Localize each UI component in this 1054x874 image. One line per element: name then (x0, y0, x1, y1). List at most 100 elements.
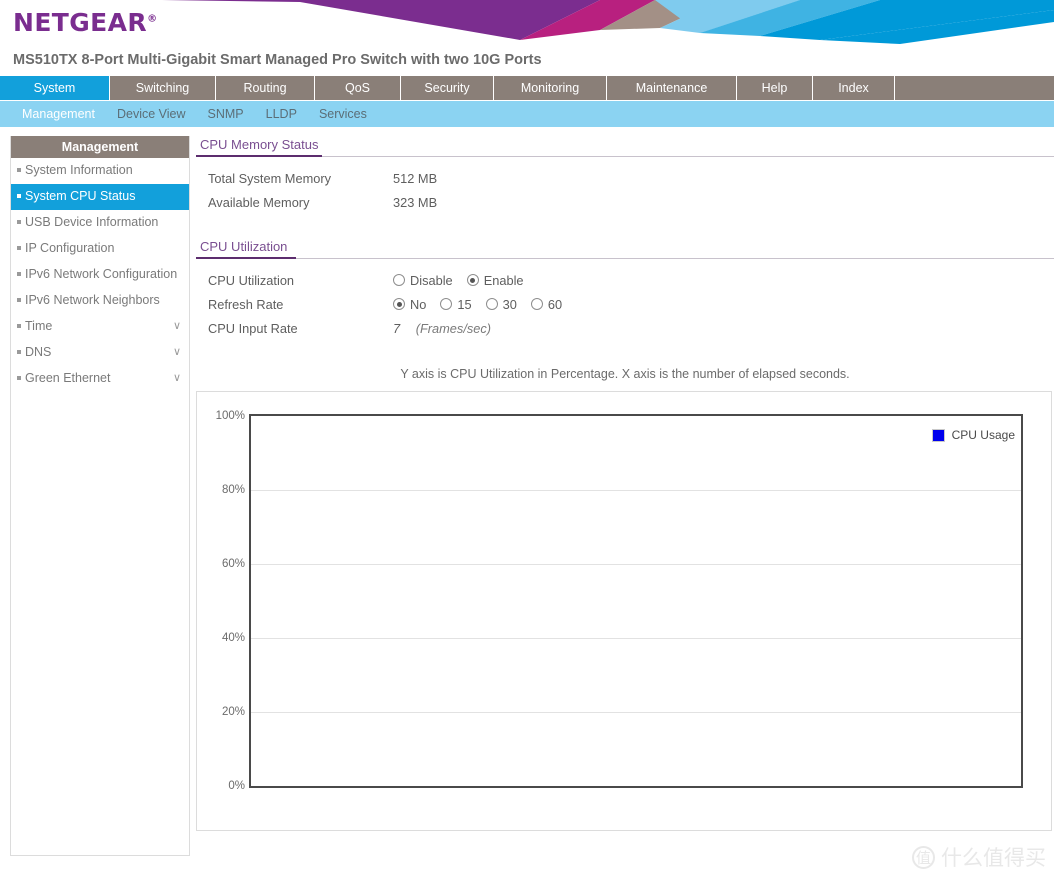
chart-ytick-label: 60% (221, 558, 245, 570)
radio-button[interactable] (466, 274, 479, 286)
primary-navigation: System Switching Routing QoS Security Monitor… (0, 76, 1054, 101)
refresh-rate-option-60[interactable]: 60 (530, 296, 563, 312)
chart-ytick-label: 80% (221, 484, 245, 496)
cpu-utilization-rows: CPU Utilization Disable Enable Refresh Ra… (196, 259, 1054, 340)
refresh-rate-option-no[interactable]: No (393, 297, 426, 312)
sidebar-item-label: System CPU Status (25, 189, 136, 203)
bullet-icon (17, 350, 21, 354)
sidebar-item-system-cpu-status[interactable]: System CPU Status (11, 184, 189, 210)
refresh-rate-radio-group: No 15 30 60 (393, 297, 576, 312)
sidebar-item-ipv6-network-configuration[interactable]: IPv6 Network Configuration (11, 262, 189, 288)
subnav-item-lldp[interactable]: LLDP (266, 107, 297, 121)
table-row: Available Memory 323 MB (208, 190, 1054, 214)
sidebar: Management System Information System CPU … (0, 127, 190, 874)
sidebar-item-label: USB Device Information (25, 215, 159, 229)
refresh-rate-option-15[interactable]: 15 (440, 296, 472, 312)
total-system-memory-value: 512 MB (393, 170, 438, 186)
radio-button[interactable] (393, 298, 405, 310)
bullet-icon (17, 220, 21, 224)
nav-tab-index[interactable]: Index (813, 76, 895, 100)
sidebar-item-usb-device-information[interactable]: USB Device Information (11, 210, 189, 236)
secondary-navigation: Management Device View SNMP LLDP Services (0, 101, 1054, 127)
available-memory-label: Available Memory (208, 194, 310, 210)
cpu-input-rate-label: CPU Input Rate (208, 320, 298, 336)
banner-geometric-art (162, 0, 1054, 44)
chevron-down-icon[interactable]: ∨ (173, 372, 183, 385)
radio-label: No (410, 296, 427, 312)
bullet-icon (17, 194, 21, 198)
subnav-item-device-view[interactable]: Device View (117, 107, 186, 121)
content-area: CPU Memory Status Total System Memory 51… (190, 127, 1054, 874)
header-banner: NETGEAR® (0, 0, 1054, 44)
sidebar-item-label: IPv6 Network Neighbors (25, 293, 160, 307)
sidebar-item-green-ethernet[interactable]: Green Ethernet ∨ (11, 366, 189, 392)
bullet-icon (17, 376, 21, 380)
cpu-input-rate-value-wrap: 7 (Frames/sec) (393, 321, 491, 336)
registered-mark: ® (147, 13, 158, 25)
sidebar-item-ip-configuration[interactable]: IP Configuration (11, 236, 189, 262)
cpu-memory-status-title: CPU Memory Status (200, 137, 319, 152)
nav-tab-qos[interactable]: QoS (315, 76, 401, 100)
nav-tab-maintenance[interactable]: Maintenance (607, 76, 737, 100)
sidebar-item-label: DNS (25, 345, 52, 359)
subnav-item-services[interactable]: Services (319, 107, 367, 121)
watermark: 值 什么值得买 (912, 842, 1046, 872)
sidebar-item-system-information[interactable]: System Information (11, 158, 189, 184)
section-divider (196, 155, 1054, 157)
radio-button[interactable] (393, 274, 405, 286)
radio-button[interactable] (440, 298, 453, 310)
cpu-utilization-radio-group: Disable Enable (393, 273, 538, 288)
page-body: Management System Information System CPU … (0, 127, 1054, 874)
nav-tab-monitoring[interactable]: Monitoring (494, 76, 607, 100)
bullet-icon (17, 246, 21, 250)
refresh-rate-option-30[interactable]: 30 (485, 297, 517, 312)
chart-gridline (251, 490, 1021, 491)
nav-tab-switching[interactable]: Switching (110, 76, 216, 100)
radio-label: 60 (547, 296, 563, 312)
sidebar-item-dns[interactable]: DNS ∨ (11, 340, 189, 366)
sidebar-item-label: Time (25, 319, 53, 333)
chart-gridline (251, 638, 1021, 639)
chart-gridline (251, 564, 1021, 565)
bullet-icon (17, 298, 21, 302)
radio-button[interactable] (485, 298, 498, 310)
cpu-input-rate-value: 7 (393, 320, 401, 336)
chart-ytick-label: 20% (221, 706, 245, 718)
cpu-utilization-option-disable[interactable]: Disable (393, 273, 453, 288)
nav-tab-routing[interactable]: Routing (216, 76, 315, 100)
radio-label: Disable (410, 272, 453, 288)
radio-label: 15 (457, 296, 472, 312)
cpu-input-rate-unit: (Frames/sec) (415, 320, 492, 336)
sidebar-menu: System Information System CPU Status USB D… (11, 158, 189, 392)
watermark-logo: 值 (912, 845, 935, 869)
nav-tab-system[interactable]: System (0, 76, 110, 100)
nav-filler (895, 76, 1054, 100)
subnav-item-management[interactable]: Management (22, 107, 95, 121)
chevron-down-icon[interactable]: ∨ (173, 346, 183, 359)
subnav-item-snmp[interactable]: SNMP (208, 107, 244, 121)
product-title: MS510TX 8-Port Multi-Gigabit Smart Manag… (0, 44, 1054, 76)
sidebar-item-ipv6-network-neighbors[interactable]: IPv6 Network Neighbors (11, 288, 189, 314)
radio-label: Enable (483, 272, 524, 288)
bullet-icon (17, 272, 21, 276)
section-divider (196, 257, 1054, 259)
chart-ytick-label: 40% (221, 632, 245, 644)
bullet-icon (17, 324, 21, 328)
bullet-icon (17, 168, 21, 172)
nav-tab-help[interactable]: Help (737, 76, 813, 100)
cpu-utilization-section: CPU Utilization CPU Utilization Disable E… (196, 238, 1054, 340)
nav-tab-security[interactable]: Security (401, 76, 494, 100)
sidebar-item-time[interactable]: Time ∨ (11, 314, 189, 340)
cpu-utilization-chart: CPU Usage 0% 20% 40% 60% 80% 100% (196, 391, 1052, 831)
chart-ytick-label: 0% (228, 780, 245, 792)
chart-ytick-label: 100% (215, 410, 245, 422)
radio-button[interactable] (530, 298, 543, 310)
cpu-utilization-row: CPU Utilization Disable Enable (208, 268, 1054, 292)
chevron-down-icon[interactable]: ∨ (173, 320, 183, 333)
cpu-utilization-label: CPU Utilization (208, 272, 295, 288)
cpu-memory-status-section: CPU Memory Status Total System Memory 51… (196, 136, 1054, 214)
chart-legend: CPU Usage (931, 428, 1015, 442)
cpu-memory-rows: Total System Memory 512 MB Available Mem… (196, 157, 1054, 214)
cpu-utilization-option-enable[interactable]: Enable (466, 272, 524, 288)
cpu-input-rate-row: CPU Input Rate 7 (Frames/sec) (208, 316, 1054, 340)
